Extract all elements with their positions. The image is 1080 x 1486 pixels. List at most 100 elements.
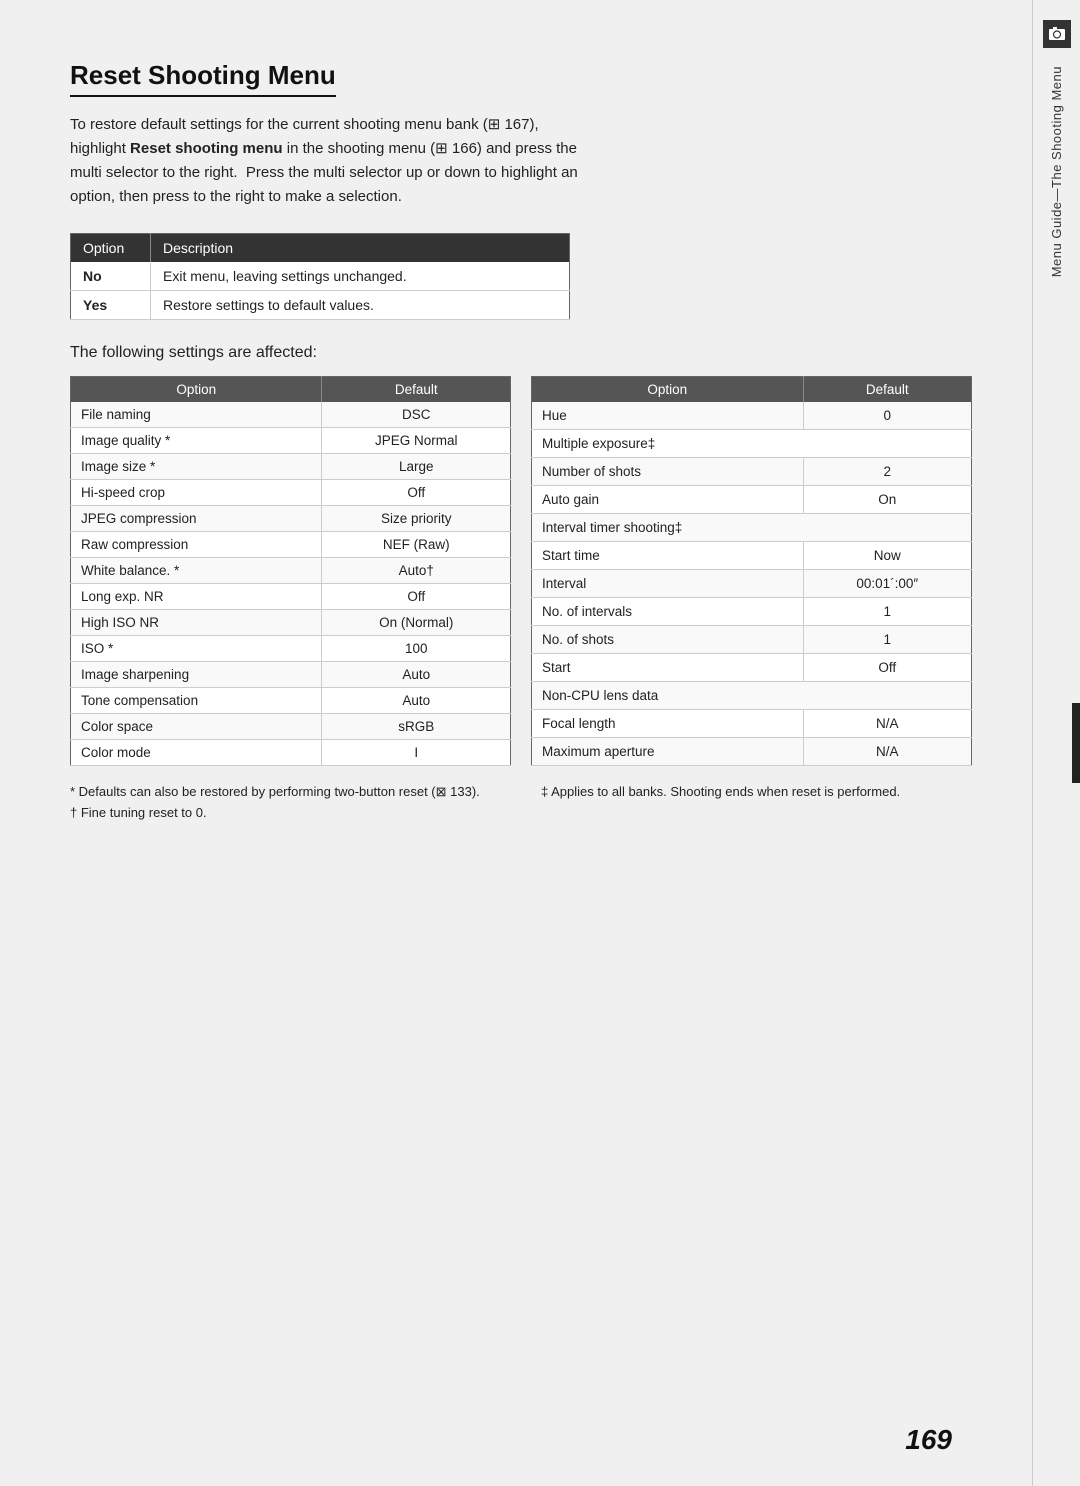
section-multiple-exposure: Multiple exposure‡ <box>532 429 972 457</box>
left-row-option: File naming <box>71 402 322 428</box>
sidebar-accent-bar <box>1072 703 1080 783</box>
table-row: Hi-speed crop Off <box>71 480 511 506</box>
main-content: Reset Shooting Menu To restore default s… <box>0 0 1032 1486</box>
option-no: No <box>71 262 151 291</box>
left-row-default: On (Normal) <box>322 610 511 636</box>
left-option-header: Option <box>71 377 322 403</box>
left-row-default: I <box>322 740 511 766</box>
right-default-header: Default <box>803 377 971 403</box>
camera-menu-icon <box>1043 20 1071 48</box>
left-row-option: ISO * <box>71 636 322 662</box>
left-row-option: JPEG compression <box>71 506 322 532</box>
table-row-section: Multiple exposure‡ <box>532 429 972 457</box>
right-row-option: Number of shots <box>532 457 804 485</box>
table-row: Start time Now <box>532 541 972 569</box>
left-row-default: Auto <box>322 662 511 688</box>
left-row-option: Image quality * <box>71 428 322 454</box>
right-row-option: No. of shots <box>532 625 804 653</box>
table-row: Yes Restore settings to default values. <box>71 291 570 320</box>
table-row-section: Interval timer shooting‡ <box>532 513 972 541</box>
table-row: Focal length N/A <box>532 709 972 737</box>
table-row: High ISO NR On (Normal) <box>71 610 511 636</box>
footnote-line2: † Fine tuning reset to 0. <box>70 803 501 824</box>
option-yes-desc: Restore settings to default values. <box>151 291 570 320</box>
sidebar-label: Menu Guide—The Shooting Menu <box>1049 66 1064 277</box>
option-header: Option <box>71 234 151 263</box>
left-row-default: Auto† <box>322 558 511 584</box>
table-row: Raw compression NEF (Raw) <box>71 532 511 558</box>
page-container: Reset Shooting Menu To restore default s… <box>0 0 1080 1486</box>
left-row-default: Off <box>322 480 511 506</box>
right-settings-table: Option Default Hue 0 Multiple exposure‡ <box>531 376 972 766</box>
left-row-option: Color space <box>71 714 322 740</box>
option-description-table: Option Description No Exit menu, leaving… <box>70 233 570 320</box>
left-row-option: Color mode <box>71 740 322 766</box>
settings-tables-row: Option Default File naming DSC Image qua… <box>70 376 972 766</box>
right-row-option: Interval <box>532 569 804 597</box>
left-row-option: Long exp. NR <box>71 584 322 610</box>
table-row: Auto gain On <box>532 485 972 513</box>
right-row-default: 1 <box>803 597 971 625</box>
right-row-default: 0 <box>803 402 971 429</box>
left-row-default: NEF (Raw) <box>322 532 511 558</box>
table-row: Tone compensation Auto <box>71 688 511 714</box>
left-row-default: DSC <box>322 402 511 428</box>
right-row-option: Start time <box>532 541 804 569</box>
left-row-option: High ISO NR <box>71 610 322 636</box>
left-row-option: Raw compression <box>71 532 322 558</box>
right-row-default: Off <box>803 653 971 681</box>
left-default-header: Default <box>322 377 511 403</box>
right-row-option: Maximum aperture <box>532 737 804 765</box>
right-row-default: N/A <box>803 709 971 737</box>
right-row-option: Hue <box>532 402 804 429</box>
option-yes: Yes <box>71 291 151 320</box>
table-row: ISO * 100 <box>71 636 511 662</box>
table-row: Color mode I <box>71 740 511 766</box>
table-row: Image size * Large <box>71 454 511 480</box>
left-settings-table: Option Default File naming DSC Image qua… <box>70 376 511 766</box>
affected-heading: The following settings are affected: <box>70 344 972 362</box>
table-row: Interval 00:01´:00″ <box>532 569 972 597</box>
right-row-default: 00:01´:00″ <box>803 569 971 597</box>
right-row-default: Now <box>803 541 971 569</box>
right-option-header: Option <box>532 377 804 403</box>
table-row-section: Non-CPU lens data <box>532 681 972 709</box>
table-row: No. of shots 1 <box>532 625 972 653</box>
left-row-default: sRGB <box>322 714 511 740</box>
right-row-option: No. of intervals <box>532 597 804 625</box>
table-row: Maximum aperture N/A <box>532 737 972 765</box>
table-row: File naming DSC <box>71 402 511 428</box>
left-row-default: JPEG Normal <box>322 428 511 454</box>
description-header: Description <box>151 234 570 263</box>
table-row: Image quality * JPEG Normal <box>71 428 511 454</box>
right-row-option: Focal length <box>532 709 804 737</box>
intro-paragraph: To restore default settings for the curr… <box>70 113 590 209</box>
right-row-default: 2 <box>803 457 971 485</box>
table-row: Color space sRGB <box>71 714 511 740</box>
section-interval-timer: Interval timer shooting‡ <box>532 513 972 541</box>
left-row-default: 100 <box>322 636 511 662</box>
table-row: Long exp. NR Off <box>71 584 511 610</box>
left-row-option: Image sharpening <box>71 662 322 688</box>
left-row-default: Large <box>322 454 511 480</box>
footnotes-row: * Defaults can also be restored by perfo… <box>70 782 972 824</box>
table-row: JPEG compression Size priority <box>71 506 511 532</box>
left-row-option: White balance. * <box>71 558 322 584</box>
footnote-line1: * Defaults can also be restored by perfo… <box>70 782 501 803</box>
sidebar: Menu Guide—The Shooting Menu <box>1032 0 1080 1486</box>
left-row-option: Image size * <box>71 454 322 480</box>
table-row: White balance. * Auto† <box>71 558 511 584</box>
page-title: Reset Shooting Menu <box>70 60 336 97</box>
left-row-default: Off <box>322 584 511 610</box>
right-row-option: Start <box>532 653 804 681</box>
table-row: Image sharpening Auto <box>71 662 511 688</box>
table-row: Start Off <box>532 653 972 681</box>
left-row-option: Hi-speed crop <box>71 480 322 506</box>
table-row: Number of shots 2 <box>532 457 972 485</box>
right-row-option: Auto gain <box>532 485 804 513</box>
table-row: Hue 0 <box>532 402 972 429</box>
section-non-cpu: Non-CPU lens data <box>532 681 972 709</box>
left-row-option: Tone compensation <box>71 688 322 714</box>
table-row: No Exit menu, leaving settings unchanged… <box>71 262 570 291</box>
table-row: No. of intervals 1 <box>532 597 972 625</box>
